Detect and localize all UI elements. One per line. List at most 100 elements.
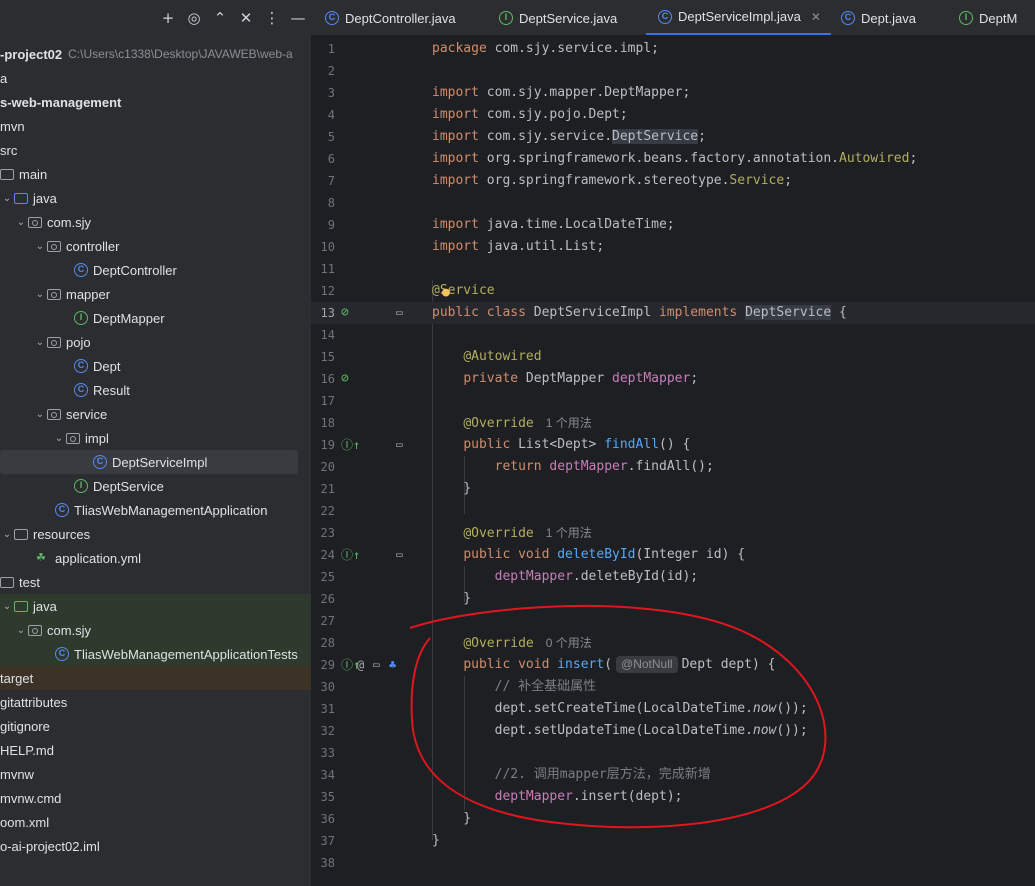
close-icon[interactable]: ✕ — [811, 10, 821, 24]
usage-hint[interactable]: 1 个用法 — [546, 526, 592, 540]
tab-dept-mapper[interactable]: I DeptM — [959, 0, 1017, 35]
root-path: C:\Users\c1338\Desktop\JAVAWEB\web-a — [68, 47, 293, 61]
tree-item[interactable]: target — [0, 666, 311, 690]
interface-icon: I — [74, 311, 88, 325]
tree-item[interactable]: I DeptService — [0, 474, 311, 498]
tree-item[interactable]: ⌄ pojo — [0, 330, 311, 354]
tab-dept-service-impl[interactable]: C DeptServiceImpl.java ✕ — [646, 0, 831, 35]
chevron-down-icon[interactable]: ⌄ — [33, 409, 47, 420]
structure-icon[interactable]: ▭ — [396, 302, 403, 324]
tab-dept-service[interactable]: I DeptService.java — [499, 0, 617, 35]
chevron-down-icon[interactable]: ⌄ — [0, 193, 14, 204]
minimize-icon[interactable]: — — [285, 5, 311, 31]
code-line: 1 package com.sjy.service.impl; — [311, 38, 1035, 60]
chevron-down-icon[interactable]: ⌄ — [0, 529, 14, 540]
tree-item[interactable]: ⌄ com.sjy — [0, 618, 311, 642]
structure-icon[interactable]: ▭ — [373, 654, 380, 676]
tree-item[interactable]: ⌄ java — [0, 186, 311, 210]
line-number: 35 — [320, 790, 335, 804]
tree-item[interactable]: ⌄ resources — [0, 522, 311, 546]
tree-item-label: o-ai-project02.iml — [0, 838, 100, 854]
line-number: 5 — [327, 130, 335, 144]
red-circle-annotation — [409, 604, 827, 829]
tab-dept-controller[interactable]: C DeptController.java — [325, 0, 456, 35]
expand-all-icon[interactable]: ⌃ — [207, 5, 233, 31]
line-number: 23 — [320, 526, 335, 540]
tree-item[interactable]: test — [0, 570, 311, 594]
chevron-down-icon[interactable]: ⌄ — [33, 289, 47, 300]
folder-icon — [0, 168, 14, 180]
tree-item[interactable]: C Result — [0, 378, 311, 402]
tree-item[interactable]: main — [0, 162, 311, 186]
tree-item[interactable]: oom.xml — [0, 810, 311, 834]
line-number: 22 — [320, 504, 335, 518]
tree-item[interactable]: C TliasWebManagementApplication — [0, 498, 311, 522]
tree-item[interactable]: ⌄ service — [0, 402, 311, 426]
tree-item[interactable]: C Dept — [0, 354, 311, 378]
line-number: 1 — [327, 42, 335, 56]
chevron-down-icon[interactable]: ⌄ — [33, 241, 47, 252]
tree-item-label: java — [33, 190, 57, 206]
line-number: 27 — [320, 614, 335, 628]
tree-item[interactable]: C TliasWebManagementApplicationTests — [0, 642, 311, 666]
tree-item[interactable]: o-ai-project02.iml — [0, 834, 311, 858]
code-line: 15 @Autowired — [311, 346, 1035, 368]
implements-method-icon[interactable]: Ⓘ↑ — [341, 544, 360, 566]
tree-item[interactable]: ⌄ com.sjy — [0, 210, 311, 234]
spring-bean-icon[interactable]: ⊘ — [341, 368, 349, 390]
package-icon — [47, 408, 61, 420]
structure-icon[interactable]: ▭ — [396, 434, 403, 456]
tree-item-label: target — [0, 670, 34, 686]
spring-bean-icon[interactable]: ⊘ — [341, 302, 349, 324]
tree-item-label: impl — [85, 430, 109, 446]
tree-item[interactable]: gitignore — [0, 714, 311, 738]
structure-icon[interactable]: ▭ — [396, 544, 403, 566]
tree-item[interactable]: ⌄ impl — [0, 426, 311, 450]
run-gutter-icon[interactable]: ♣ — [389, 654, 396, 676]
code-line: 9 import java.time.LocalDateTime; — [311, 214, 1035, 236]
tree-item[interactable]: ⌄ java — [0, 594, 311, 618]
tree-item-label: mapper — [66, 286, 111, 302]
tree-item[interactable]: src — [0, 138, 311, 162]
code-line: 5 import com.sjy.service.DeptService; — [311, 126, 1035, 148]
tab-dept[interactable]: C Dept.java — [841, 0, 916, 35]
tree-item[interactable]: I DeptMapper — [0, 306, 311, 330]
tree-item[interactable]: a — [0, 66, 311, 90]
tree-item[interactable]: ⌄ controller — [0, 234, 311, 258]
tree-item[interactable]: HELP.md — [0, 738, 311, 762]
tree-item[interactable]: ⌄ mapper — [0, 282, 311, 306]
tree-item-label: pojo — [66, 334, 91, 350]
collapse-all-icon[interactable]: ✕ — [233, 5, 259, 31]
line-number: 12 — [320, 284, 335, 298]
locate-icon[interactable]: ◎ — [181, 5, 207, 31]
tree-item-label: mvn — [0, 118, 25, 134]
tree-item[interactable]: mvn — [0, 114, 311, 138]
more-options-icon[interactable]: ⋮ — [259, 5, 285, 31]
package-icon — [47, 336, 61, 348]
tree-item[interactable]: mvnw.cmd — [0, 786, 311, 810]
tree-item[interactable]: gitattributes — [0, 690, 311, 714]
annotation-icon[interactable]: @ — [357, 654, 364, 676]
tree-item[interactable]: s-web-management — [0, 90, 311, 114]
chevron-down-icon[interactable]: ⌄ — [52, 433, 66, 444]
chevron-down-icon[interactable]: ⌄ — [14, 217, 28, 228]
add-icon[interactable]: + — [155, 5, 181, 31]
chevron-down-icon[interactable]: ⌄ — [14, 625, 28, 636]
usage-hint[interactable]: 1 个用法 — [546, 416, 592, 430]
tree-item-label: Dept — [93, 358, 121, 374]
tree-item[interactable]: mvnw — [0, 762, 311, 786]
chevron-down-icon[interactable]: ⌄ — [0, 601, 14, 612]
tree-item-label: DeptController — [93, 262, 177, 278]
tree-item-selected[interactable]: C DeptServiceImpl — [0, 450, 298, 474]
chevron-down-icon[interactable]: ⌄ — [33, 337, 47, 348]
implements-method-icon[interactable]: Ⓘ↑ — [341, 434, 360, 456]
tree-item[interactable]: C DeptController — [0, 258, 311, 282]
tree-root[interactable]: -project02 C:\Users\c1338\Desktop\JAVAWE… — [0, 42, 311, 66]
code-line: 21 } — [311, 478, 1035, 500]
tree-item-label: HELP.md — [0, 742, 54, 758]
tree-item[interactable]: ☘ application.yml — [0, 546, 311, 570]
resources-folder-icon — [14, 528, 28, 540]
line-number: 26 — [320, 592, 335, 606]
line-number: 7 — [327, 174, 335, 188]
lightbulb-icon[interactable]: ● — [442, 282, 450, 304]
